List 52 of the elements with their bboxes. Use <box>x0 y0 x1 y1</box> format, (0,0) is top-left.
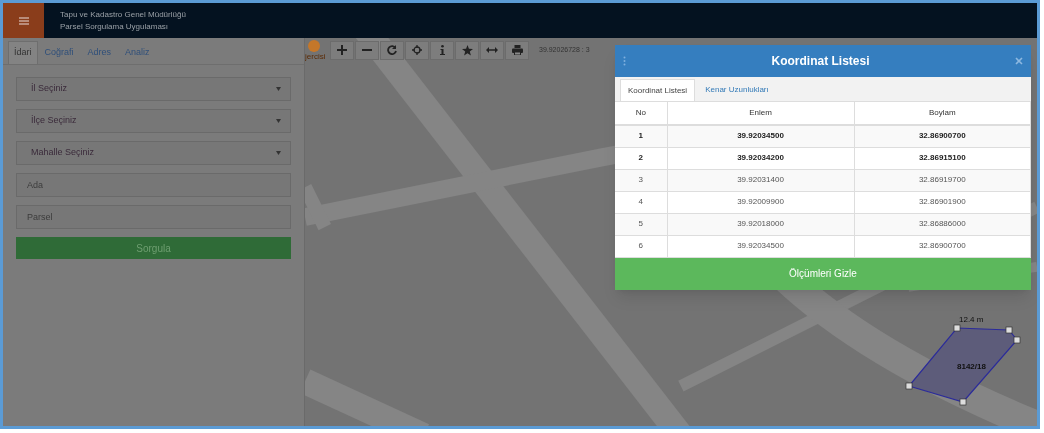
crosshair-icon <box>412 45 422 55</box>
logo-text: jercisi <box>305 51 326 63</box>
print-icon <box>511 45 523 55</box>
app-title: Tapu ve Kadastro Genel Müdürlüğü <box>60 8 186 21</box>
edge-length-label: 12.4 m <box>959 314 984 326</box>
drag-handle-icon[interactable] <box>623 56 626 66</box>
sidebar-tab[interactable]: Adres <box>80 41 119 64</box>
table-cell: 39.92034500 <box>667 125 854 147</box>
query-button[interactable]: Sorgula <box>16 237 291 259</box>
table-cell: 32.86886000 <box>854 213 1031 235</box>
sidebar-tab[interactable]: Coğrafi <box>37 41 81 64</box>
dialog-tab[interactable]: Kenar Uzunlukları <box>695 79 779 101</box>
table-cell: 2 <box>615 147 667 169</box>
menu-icon <box>18 16 29 25</box>
select-field[interactable]: İl Seçiniz <box>16 77 291 101</box>
app-subtitle: Parsel Sorgulama Uygulaması <box>60 20 170 33</box>
dropdown-caret-icon <box>276 87 281 91</box>
table-cell: 39.92034200 <box>667 147 854 169</box>
dialog-tab[interactable]: Koordinat Listesi <box>620 79 696 101</box>
table-cell: 6 <box>615 235 667 257</box>
table-cell: 3 <box>615 169 667 191</box>
measure-icon <box>486 47 498 53</box>
select-field[interactable]: Mahalle Seçiniz <box>16 141 291 165</box>
table-cell: 32.86919700 <box>854 169 1031 191</box>
info-icon <box>439 45 445 55</box>
sidebar-tab[interactable]: İdari <box>8 41 38 64</box>
table-cell: 32.86900700 <box>854 235 1031 257</box>
table-cell: 39.92009900 <box>667 191 854 213</box>
refresh-icon <box>387 45 397 55</box>
table-cell: 39.92018000 <box>667 213 854 235</box>
zoom-in-icon <box>337 45 347 55</box>
dialog-title: Koordinat Listesi <box>770 53 871 70</box>
logo-icon <box>308 40 320 52</box>
dropdown-caret-icon <box>276 151 281 155</box>
column-header: Boylam <box>854 102 1031 125</box>
star-icon <box>461 44 473 56</box>
table-cell: 32.86915100 <box>854 147 1031 169</box>
table-cell: 1 <box>615 125 667 147</box>
column-header: Enlem <box>667 102 854 125</box>
menu-button[interactable] <box>3 3 44 38</box>
parcel-label: 8142/18 <box>957 361 986 373</box>
select-field[interactable]: İlçe Seçiniz <box>16 109 291 133</box>
table-cell: 5 <box>615 213 667 235</box>
table-cell: 39.92031400 <box>667 169 854 191</box>
table-cell: 4 <box>615 191 667 213</box>
table-cell: 39.92034500 <box>667 235 854 257</box>
sidebar-tab[interactable]: Analiz <box>118 41 157 64</box>
column-header: No <box>615 102 667 125</box>
table-cell: 32.86901900 <box>854 191 1031 213</box>
dropdown-caret-icon <box>276 119 281 123</box>
hide-measurements-button[interactable]: Ölçümleri Gizle <box>615 257 1031 290</box>
table-cell: 32.86900700 <box>854 125 1031 147</box>
